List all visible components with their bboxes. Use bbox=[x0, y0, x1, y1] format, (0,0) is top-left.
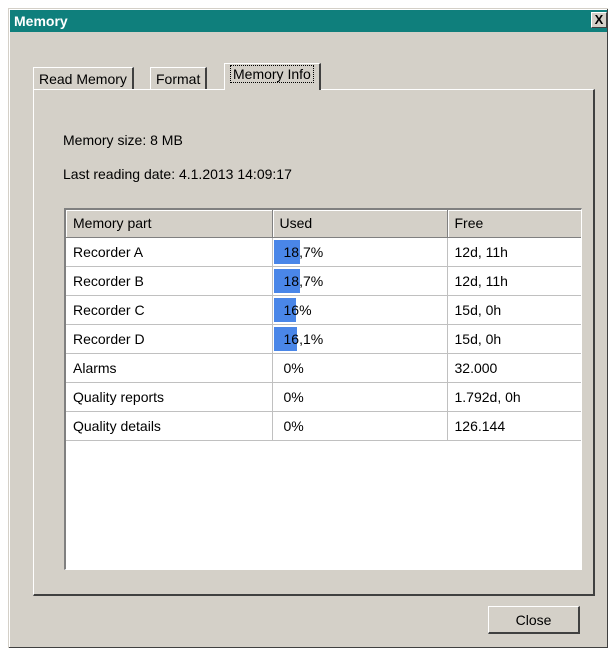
used-value: 0% bbox=[283, 388, 304, 405]
memory-info-panel: Memory size: 8 MB Last reading date: 4.1… bbox=[33, 89, 595, 596]
used-cell: 18,7% bbox=[272, 237, 448, 267]
free-cell: 15d, 0h bbox=[447, 295, 581, 325]
memory-part-cell: Recorder A bbox=[66, 237, 273, 267]
table-row[interactable]: Quality reports 0% 1.792d, 0h bbox=[66, 382, 581, 412]
used-value: 18,7% bbox=[283, 272, 324, 289]
used-value: 16% bbox=[283, 301, 312, 318]
used-cell: 18,7% bbox=[272, 266, 448, 296]
memory-size-text: Memory size: 8 MB bbox=[63, 132, 183, 148]
close-icon[interactable]: X bbox=[591, 12, 607, 28]
free-cell: 32.000 bbox=[447, 353, 581, 383]
memory-table[interactable]: Memory part Used Free Recorder A 18,7% 12d… bbox=[64, 208, 582, 570]
memory-part-cell: Recorder D bbox=[66, 324, 273, 354]
memory-part-cell: Recorder B bbox=[66, 266, 273, 296]
free-cell: 15d, 0h bbox=[447, 324, 581, 354]
memory-dialog: Memory X Read Memory Format Memory Info … bbox=[8, 8, 608, 648]
tab-label: Format bbox=[156, 71, 201, 87]
table-row[interactable]: Recorder C 16% 15d, 0h bbox=[66, 295, 581, 325]
used-cell: 16,1% bbox=[272, 324, 448, 354]
memory-part-cell: Recorder C bbox=[66, 295, 273, 325]
tab-label: Read Memory bbox=[39, 71, 127, 87]
table-row[interactable]: Recorder D 16,1% 15d, 0h bbox=[66, 324, 581, 354]
window-title: Memory bbox=[14, 13, 68, 29]
table-header-row: Memory part Used Free bbox=[66, 210, 581, 238]
last-reading-date-text: Last reading date: 4.1.2013 14:09:17 bbox=[63, 166, 292, 182]
column-header-memory-part[interactable]: Memory part bbox=[66, 210, 273, 238]
memory-part-cell: Quality reports bbox=[66, 382, 273, 412]
used-value: 16,1% bbox=[283, 330, 324, 347]
table-row[interactable]: Recorder A 18,7% 12d, 11h bbox=[66, 237, 581, 267]
table-row[interactable]: Alarms 0% 32.000 bbox=[66, 353, 581, 383]
tab-label: Memory Info bbox=[230, 65, 314, 83]
memory-part-cell: Quality details bbox=[66, 411, 273, 441]
memory-part-cell: Alarms bbox=[66, 353, 273, 383]
free-cell: 12d, 11h bbox=[447, 266, 581, 296]
tab-memory-info[interactable]: Memory Info bbox=[224, 63, 321, 90]
free-cell: 1.792d, 0h bbox=[447, 382, 581, 412]
used-value: 18,7% bbox=[283, 243, 324, 260]
table-row[interactable]: Quality details 0% 126.144 bbox=[66, 411, 581, 441]
free-cell: 126.144 bbox=[447, 411, 581, 441]
column-header-free[interactable]: Free bbox=[447, 210, 581, 238]
used-cell: 0% bbox=[272, 411, 448, 441]
used-cell: 0% bbox=[272, 353, 448, 383]
column-header-used[interactable]: Used bbox=[272, 210, 448, 238]
table-row[interactable]: Recorder B 18,7% 12d, 11h bbox=[66, 266, 581, 296]
used-value: 0% bbox=[283, 417, 304, 434]
close-button[interactable]: Close bbox=[488, 606, 580, 634]
tab-format[interactable]: Format bbox=[150, 67, 208, 89]
free-cell: 12d, 11h bbox=[447, 237, 581, 267]
used-value: 0% bbox=[283, 359, 304, 376]
used-cell: 0% bbox=[272, 382, 448, 412]
title-bar[interactable]: Memory X bbox=[10, 10, 607, 32]
tab-read-memory[interactable]: Read Memory bbox=[33, 67, 134, 89]
used-cell: 16% bbox=[272, 295, 448, 325]
